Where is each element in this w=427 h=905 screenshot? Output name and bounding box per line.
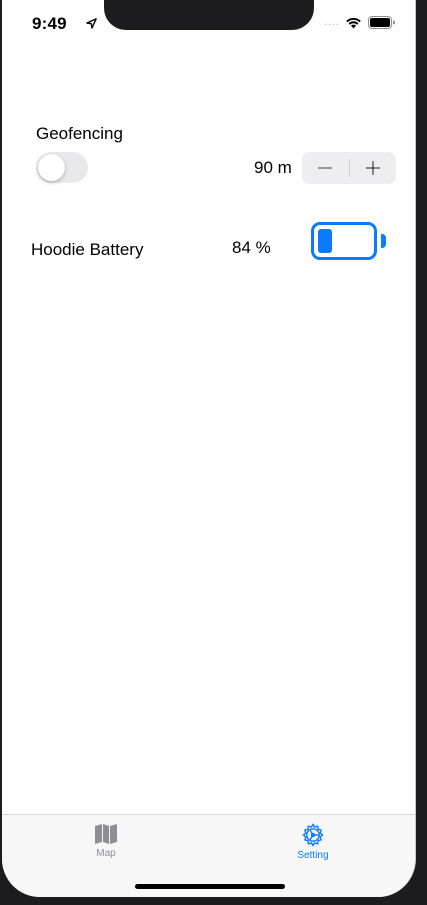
- device-frame: 9:49 .... Geofencing 90 m Hoodie Battery…: [0, 0, 427, 905]
- tab-map-label: Map: [96, 848, 116, 859]
- cellular-signal-icon: ....: [324, 17, 339, 28]
- status-time: 9:49: [32, 14, 97, 34]
- stepper-decrement-button[interactable]: [302, 152, 349, 184]
- app-screen: 9:49 .... Geofencing 90 m Hoodie Battery…: [2, 0, 416, 897]
- geofencing-label: Geofencing: [36, 124, 123, 143]
- wifi-icon: [346, 17, 361, 28]
- hoodie-battery-icon: [311, 222, 377, 260]
- tab-setting[interactable]: Setting: [273, 823, 353, 861]
- geofencing-distance: 90 m: [254, 158, 292, 177]
- plus-icon: [365, 161, 380, 175]
- location-arrow-icon: [86, 18, 97, 29]
- battery-terminal: [381, 234, 386, 248]
- battery-icon: [368, 16, 395, 29]
- status-time-text: 9:49: [32, 14, 67, 33]
- map-icon: [95, 824, 117, 844]
- distance-stepper[interactable]: [302, 152, 396, 184]
- stepper-increment-button[interactable]: [350, 152, 397, 184]
- status-icons: ....: [324, 16, 395, 29]
- hoodie-battery-label: Hoodie Battery: [31, 240, 144, 259]
- home-indicator[interactable]: [135, 884, 285, 889]
- tab-setting-label: Setting: [297, 850, 329, 861]
- battery-level-fill: [318, 229, 332, 253]
- minus-icon: [318, 167, 333, 169]
- device-notch: [104, 0, 314, 30]
- tab-map[interactable]: Map: [66, 823, 146, 859]
- geofencing-toggle[interactable]: [36, 152, 88, 183]
- hoodie-battery-percent: 84 %: [232, 238, 271, 257]
- toggle-knob: [38, 154, 65, 181]
- settings-gear-icon: [302, 823, 324, 847]
